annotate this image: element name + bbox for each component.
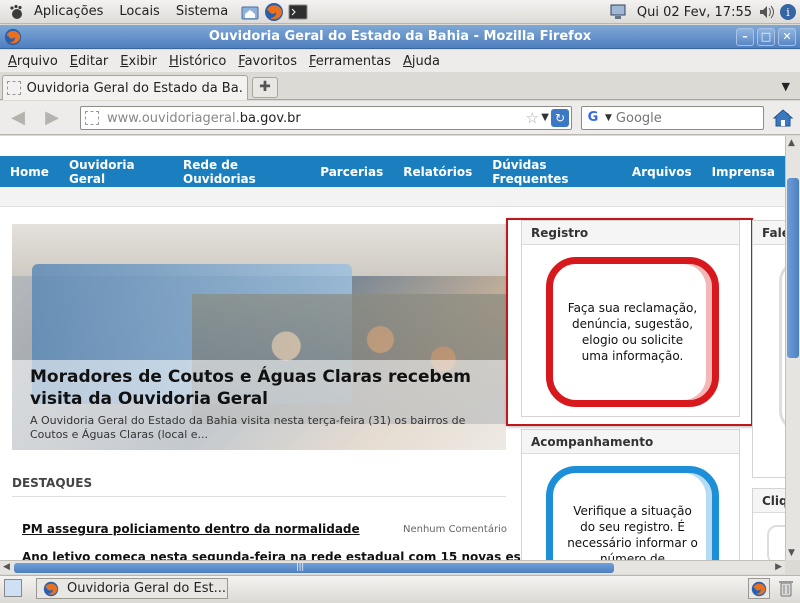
system-menu[interactable]: Sistema xyxy=(168,4,236,19)
close-window-button[interactable]: ✕ xyxy=(778,28,796,46)
forward-button[interactable]: ▶ xyxy=(42,108,62,128)
url-text[interactable]: www.ouvidoriageral.ba.gov.br xyxy=(107,111,301,126)
hero-banner[interactable]: Moradores de Coutos e Águas Claras receb… xyxy=(12,224,506,450)
registro-heading: Registro xyxy=(522,221,739,245)
tab-label: Ouvidoria Geral do Estado da Ba... xyxy=(26,80,243,96)
nav-parcerias[interactable]: Parcerias xyxy=(310,165,393,179)
firefox-launcher-icon[interactable] xyxy=(264,2,284,22)
firefox-taskbar-icon xyxy=(43,581,59,596)
acompanhamento-button[interactable]: Verifique a situação do seu registro. É … xyxy=(546,466,719,560)
nav-ouvidoria-geral[interactable]: Ouvidoria Geral xyxy=(59,158,173,186)
registro-button-text: Faça sua reclamação, denúncia, sugestão,… xyxy=(567,301,698,363)
scroll-grip-icon: ||| xyxy=(296,562,305,571)
acompanhamento-heading: Acompanhamento xyxy=(522,430,739,454)
taskbar-firefox-window[interactable]: Ouvidoria Geral do Est... xyxy=(36,578,228,599)
horizontal-scrollbar[interactable]: ◀ ||| ▶ xyxy=(0,560,785,574)
news-comment-count[interactable]: Nenhum Comentário xyxy=(403,524,507,535)
search-bar[interactable]: G ▼ ⚲ xyxy=(581,106,791,130)
menu-editar[interactable]: Editar xyxy=(64,54,115,69)
vertical-scroll-thumb[interactable] xyxy=(787,178,799,358)
clique-partial-graphic xyxy=(767,525,785,560)
horizontal-scroll-thumb[interactable] xyxy=(14,563,614,573)
acompanhamento-panel: Acompanhamento Verifique a situação do s… xyxy=(521,429,740,560)
reload-button[interactable]: ↻ xyxy=(551,109,569,127)
top-panel: Aplicações Locais Sistema Qui 02 Fev, 17… xyxy=(0,0,800,24)
vertical-scrollbar[interactable]: ▲ ▼ xyxy=(785,136,800,560)
url-bar[interactable]: www.ouvidoriageral.ba.gov.br ☆ ▼ ↻ xyxy=(80,106,572,130)
tab-ouvidoria[interactable]: Ouvidoria Geral do Estado da Ba... xyxy=(2,75,248,100)
svg-text:i: i xyxy=(786,6,790,19)
fale-panel: Fale xyxy=(752,220,785,478)
back-button[interactable]: ◀ xyxy=(8,108,28,128)
fale-heading: Fale xyxy=(753,221,785,245)
menu-historico[interactable]: Histórico xyxy=(163,54,232,69)
menubar: Arquivo Editar Exibir Histórico Favorito… xyxy=(0,50,800,72)
menu-ferramentas[interactable]: Ferramentas xyxy=(303,54,397,69)
menu-favoritos[interactable]: Favoritos xyxy=(232,54,303,69)
menu-exibir[interactable]: Exibir xyxy=(114,54,163,69)
scroll-up-arrow-icon[interactable]: ▲ xyxy=(788,138,795,148)
network-icon[interactable] xyxy=(609,2,629,22)
window-title: Ouvidoria Geral do Estado da Bahia - Moz… xyxy=(208,29,592,44)
news-link[interactable]: PM assegura policiamento dentro da norma… xyxy=(22,522,360,536)
scroll-down-arrow-icon[interactable]: ▼ xyxy=(788,548,795,558)
bottom-panel: Ouvidoria Geral do Est... xyxy=(0,575,800,600)
panel-clock[interactable]: Qui 02 Fev, 17:55 xyxy=(637,5,752,20)
new-tab-button[interactable]: ✚ xyxy=(252,77,278,98)
workspace-switcher[interactable] xyxy=(748,578,770,599)
tab-list-chevron-icon[interactable]: ▼ xyxy=(782,80,790,93)
nav-relatorios[interactable]: Relatórios xyxy=(393,165,482,179)
scroll-left-arrow-icon[interactable]: ◀ xyxy=(3,562,10,572)
home-button-icon[interactable] xyxy=(772,107,794,129)
destaques-divider xyxy=(12,496,506,497)
nav-arquivos[interactable]: Arquivos xyxy=(622,165,702,179)
hero-caption: Moradores de Coutos e Águas Claras receb… xyxy=(12,360,506,450)
url-history-dropdown-icon[interactable]: ▼ xyxy=(541,112,549,123)
hero-headline[interactable]: Moradores de Coutos e Águas Claras receb… xyxy=(30,366,488,410)
site-identity-icon[interactable] xyxy=(85,111,99,125)
taskbar-window-label: Ouvidoria Geral do Est... xyxy=(67,581,226,596)
nav-home[interactable]: Home xyxy=(0,165,59,179)
acompanhamento-button-text: Verifique a situação do seu registro. É … xyxy=(567,504,698,560)
menu-arquivo[interactable]: Arquivo xyxy=(2,54,64,69)
firefox-workspace-icon xyxy=(751,581,767,597)
volume-icon[interactable] xyxy=(758,3,776,21)
page-viewport: Home Ouvidoria Geral Rede de Ouvidorias … xyxy=(0,136,785,560)
registro-button[interactable]: Faça sua reclamação, denúncia, sugestão,… xyxy=(546,257,719,407)
nav-imprensa[interactable]: Imprensa xyxy=(702,165,785,179)
terminal-launcher-icon[interactable] xyxy=(288,2,308,22)
maximize-button[interactable]: □ xyxy=(757,28,775,46)
applications-menu[interactable]: Aplicações xyxy=(26,4,111,19)
menu-ajuda[interactable]: Ajuda xyxy=(397,54,446,69)
google-engine-icon[interactable]: G xyxy=(585,110,601,126)
news-link[interactable]: Ano letivo começa nesta segunda-feira na… xyxy=(22,550,555,560)
gnome-foot-icon[interactable] xyxy=(8,4,24,20)
places-menu[interactable]: Locais xyxy=(111,4,167,19)
scroll-right-arrow-icon[interactable]: ▶ xyxy=(775,562,782,572)
clique-panel: Cliq xyxy=(752,488,785,560)
window-titlebar[interactable]: Ouvidoria Geral do Estado da Bahia - Moz… xyxy=(0,25,800,49)
minimize-button[interactable]: – xyxy=(736,28,754,46)
bookmark-star-icon[interactable]: ☆ xyxy=(526,109,539,127)
search-input[interactable] xyxy=(615,110,736,126)
firefox-window-icon[interactable] xyxy=(4,28,22,46)
nav-rede-de-ouvidorias[interactable]: Rede de Ouvidorias xyxy=(173,158,310,186)
home-folder-launcher-icon[interactable] xyxy=(240,2,260,22)
search-engine-dropdown-icon[interactable]: ▼ xyxy=(605,113,612,123)
show-desktop-icon[interactable] xyxy=(4,579,22,597)
clique-heading: Cliq xyxy=(753,489,785,513)
destaques-heading: DESTAQUES xyxy=(12,476,93,490)
navigation-toolbar: ◀ ▶ www.ouvidoriageral.ba.gov.br ☆ ▼ ↻ G… xyxy=(0,101,800,135)
default-favicon-icon xyxy=(7,81,21,95)
site-nav: Home Ouvidoria Geral Rede de Ouvidorias … xyxy=(0,156,785,187)
nav-separator xyxy=(0,187,785,207)
registro-panel: Registro Faça sua reclamação, denúncia, … xyxy=(521,220,740,417)
nav-duvidas-frequentes[interactable]: Dúvidas Frequentes xyxy=(482,158,622,186)
hero-teaser: A Ouvidoria Geral do Estado da Bahia vis… xyxy=(30,414,466,441)
tab-strip: Ouvidoria Geral do Estado da Ba... ✚ ▼ xyxy=(0,72,800,100)
trash-icon[interactable] xyxy=(778,579,794,597)
info-notification-icon[interactable]: i xyxy=(778,2,798,22)
